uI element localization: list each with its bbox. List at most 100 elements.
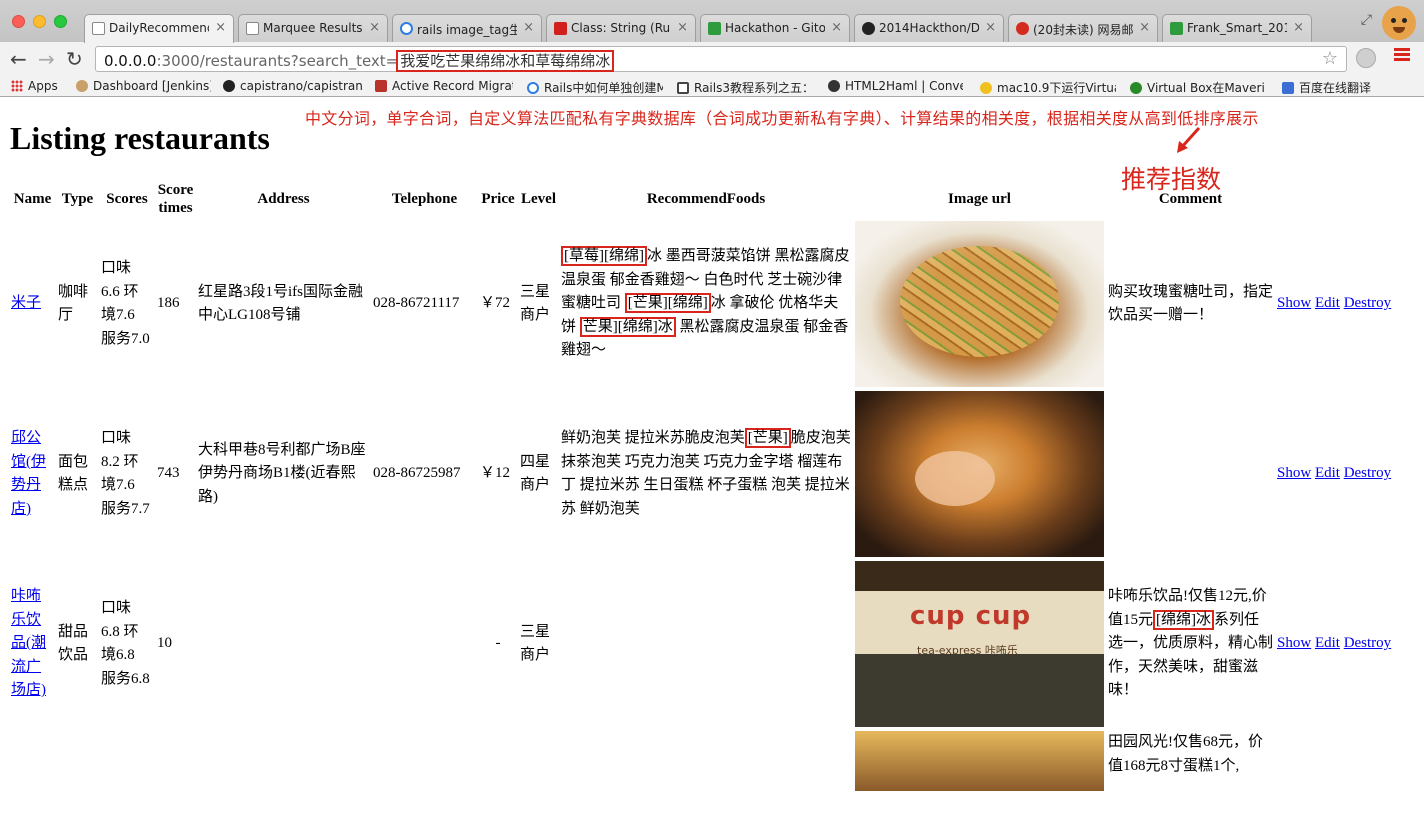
fullscreen-icon[interactable]: ⤢: [1361, 12, 1372, 28]
tab-label: DailyRecommendE: [109, 21, 209, 35]
tab-label: rails image_tag生成: [417, 23, 517, 37]
doc-icon: [92, 22, 105, 35]
cell-score-times: 10: [157, 635, 172, 652]
profile-avatar-icon[interactable]: [1382, 6, 1416, 40]
col-actions: [1276, 180, 1401, 218]
annotation-arrow-icon: [1177, 126, 1201, 153]
tab-close-icon[interactable]: ×: [369, 20, 380, 35]
leaf-icon: [1130, 82, 1142, 94]
paw-icon: [980, 82, 992, 94]
show-link[interactable]: Show: [1277, 635, 1311, 651]
cell-score-times: 743: [157, 465, 180, 482]
tab-hackathon[interactable]: Hackathon - Gitor ×: [700, 14, 850, 42]
tab-ruby-string[interactable]: Class: String (Ruby ×: [546, 14, 696, 42]
tab-label: Frank_Smart_2014: [1187, 21, 1287, 35]
tab-frank-smart[interactable]: Frank_Smart_2014 ×: [1162, 14, 1312, 42]
tab-close-icon[interactable]: ×: [1139, 20, 1150, 35]
bookmark-virtualbox-maverick[interactable]: Virtual Box在Maveric: [1130, 79, 1265, 96]
cell-level: 三星商户: [520, 283, 551, 324]
cell-scores: 口味 6.6 环境7.6 服务7.0: [101, 260, 150, 347]
keyword-highlight: [芒果]: [744, 428, 791, 448]
bookmark-rails-cn[interactable]: Rails中如何单独创建M: [527, 79, 663, 96]
restaurant-name-link[interactable]: 米子: [11, 295, 41, 311]
bookmark-rails3[interactable]: Rails3教程系列之五：: [677, 79, 812, 96]
tab-label: Hackathon - Gitor: [725, 21, 825, 35]
tab-dailyrecommend[interactable]: DailyRecommendE ×: [84, 14, 234, 43]
tab-label: 2014Hackthon/Da: [879, 21, 979, 35]
destroy-link[interactable]: Destroy: [1344, 635, 1392, 651]
cell-comment: [1107, 390, 1274, 558]
cell-type: 甜品饮品: [58, 623, 89, 664]
cell-telephone: [372, 560, 477, 728]
cell-price: ￥72: [480, 295, 511, 312]
cell-score-times: 186: [157, 295, 180, 312]
show-link[interactable]: Show: [1277, 465, 1311, 481]
bookmark-apps[interactable]: Apps: [11, 79, 58, 93]
col-level: Level: [521, 190, 556, 207]
back-icon[interactable]: ←: [10, 48, 27, 70]
url-path: :3000/restaurants?search_text=: [156, 52, 399, 70]
show-link[interactable]: Show: [1277, 295, 1311, 311]
cell-comment: 田园风光!仅售68元，价值168元8寸蛋糕1个,: [1108, 734, 1263, 774]
tab-close-icon[interactable]: ×: [831, 20, 842, 35]
doc-icon: [677, 82, 689, 94]
bookmark-jenkins[interactable]: Dashboard [Jenkins]: [76, 79, 211, 93]
tab-close-icon[interactable]: ×: [1293, 20, 1304, 35]
cell-recommend-foods: 鲜奶泡芙 提拉米苏脆皮泡芙 [芒果] 脆皮泡芙 抹茶泡芙 巧克力泡芙 巧克力金字塔 …: [560, 390, 852, 558]
hamburger-menu-icon[interactable]: [1394, 48, 1410, 62]
haml-icon: [828, 80, 840, 92]
col-recommend-foods: RecommendFoods: [646, 190, 766, 207]
tab-close-icon[interactable]: ×: [523, 20, 534, 35]
rails-icon: [375, 80, 387, 92]
edit-link[interactable]: Edit: [1315, 465, 1340, 481]
destroy-link[interactable]: Destroy: [1344, 295, 1392, 311]
bookmark-star-icon[interactable]: ☆: [1322, 48, 1338, 69]
tab-marquee-results[interactable]: Marquee Results ×: [238, 14, 388, 42]
tab-strip: DailyRecommendE × Marquee Results × rail…: [0, 0, 1424, 43]
tab-github-hackthon[interactable]: 2014Hackthon/Da ×: [854, 14, 1004, 42]
extension-icon[interactable]: [1356, 48, 1376, 68]
edit-link[interactable]: Edit: [1315, 295, 1340, 311]
cell-recommend-foods: [草莓][绵绵] 冰 墨西哥菠菜馅饼 黑松露腐皮温泉蛋 郁金香雞翅～ 白色时代 芝…: [560, 220, 852, 388]
reload-icon[interactable]: ↻: [66, 48, 83, 70]
bookmark-active-record[interactable]: Active Record Migrat: [375, 79, 513, 93]
tab-close-icon[interactable]: ×: [215, 20, 226, 35]
cell-scores: 口味 8.2 环境7.6 服务7.7: [101, 430, 150, 517]
keyword-highlight: [绵绵]冰: [1153, 609, 1215, 630]
bookmark-html2haml[interactable]: HTML2Haml | Conve: [828, 79, 963, 93]
bookmark-capistrano[interactable]: capistrano/capistran: [223, 79, 363, 93]
bookmark-mac-virtualbox[interactable]: mac10.9下运行Virtua: [980, 79, 1116, 96]
edit-link[interactable]: Edit: [1315, 635, 1340, 651]
browser-chrome: DailyRecommendE × Marquee Results × rail…: [0, 0, 1424, 97]
forward-icon[interactable]: →: [38, 48, 55, 70]
cell-address: 红星路3段1号ifs国际金融中心LG108号铺: [198, 283, 364, 324]
close-window-button[interactable]: [12, 15, 25, 28]
cell-image: [854, 220, 1105, 388]
mail163-icon: [1016, 22, 1029, 35]
cell-price: ￥12: [480, 465, 511, 482]
address-bar[interactable]: 0.0.0.0:3000/restaurants?search_text= 我爱吃…: [95, 46, 1347, 72]
tab-rails-image-tag[interactable]: rails image_tag生成 ×: [392, 14, 542, 42]
jenkins-icon: [76, 80, 88, 92]
destroy-link[interactable]: Destroy: [1344, 465, 1392, 481]
keyword-highlight: [芒果][绵绵]: [624, 293, 711, 314]
cell-name: 邱公馆(伊势丹店): [10, 390, 55, 558]
restaurants-table: Name Type Scores Score times Address Tele…: [8, 178, 1403, 794]
zoom-window-button[interactable]: [54, 15, 67, 28]
bookmark-baidu-translate[interactable]: 百度在线翻译: [1282, 79, 1402, 96]
tab-close-icon[interactable]: ×: [985, 20, 996, 35]
pasta-photo: [855, 221, 1104, 387]
tab-close-icon[interactable]: ×: [677, 20, 688, 35]
page-title: Listing restaurants: [10, 120, 270, 156]
col-name: Name: [13, 190, 52, 207]
col-price: Price: [481, 190, 515, 207]
restaurant-name-link[interactable]: 邱公馆(伊势丹店): [11, 430, 46, 517]
minimize-window-button[interactable]: [33, 15, 46, 28]
tab-163-mail[interactable]: (20封未读) 网易邮箱 ×: [1008, 14, 1158, 42]
table-row: 邱公馆(伊势丹店) 面包糕点 口味 8.2 环境7.6 服务7.7 743 大科…: [10, 390, 1401, 558]
restaurant-name-link[interactable]: 咔咘乐饮品(潮流广场店): [11, 588, 46, 698]
translate-icon: [1282, 82, 1294, 94]
keyword-highlight: 芒果][绵绵]冰: [579, 316, 676, 337]
baidu-icon: [400, 22, 413, 35]
cell-name: 米子: [10, 220, 55, 388]
